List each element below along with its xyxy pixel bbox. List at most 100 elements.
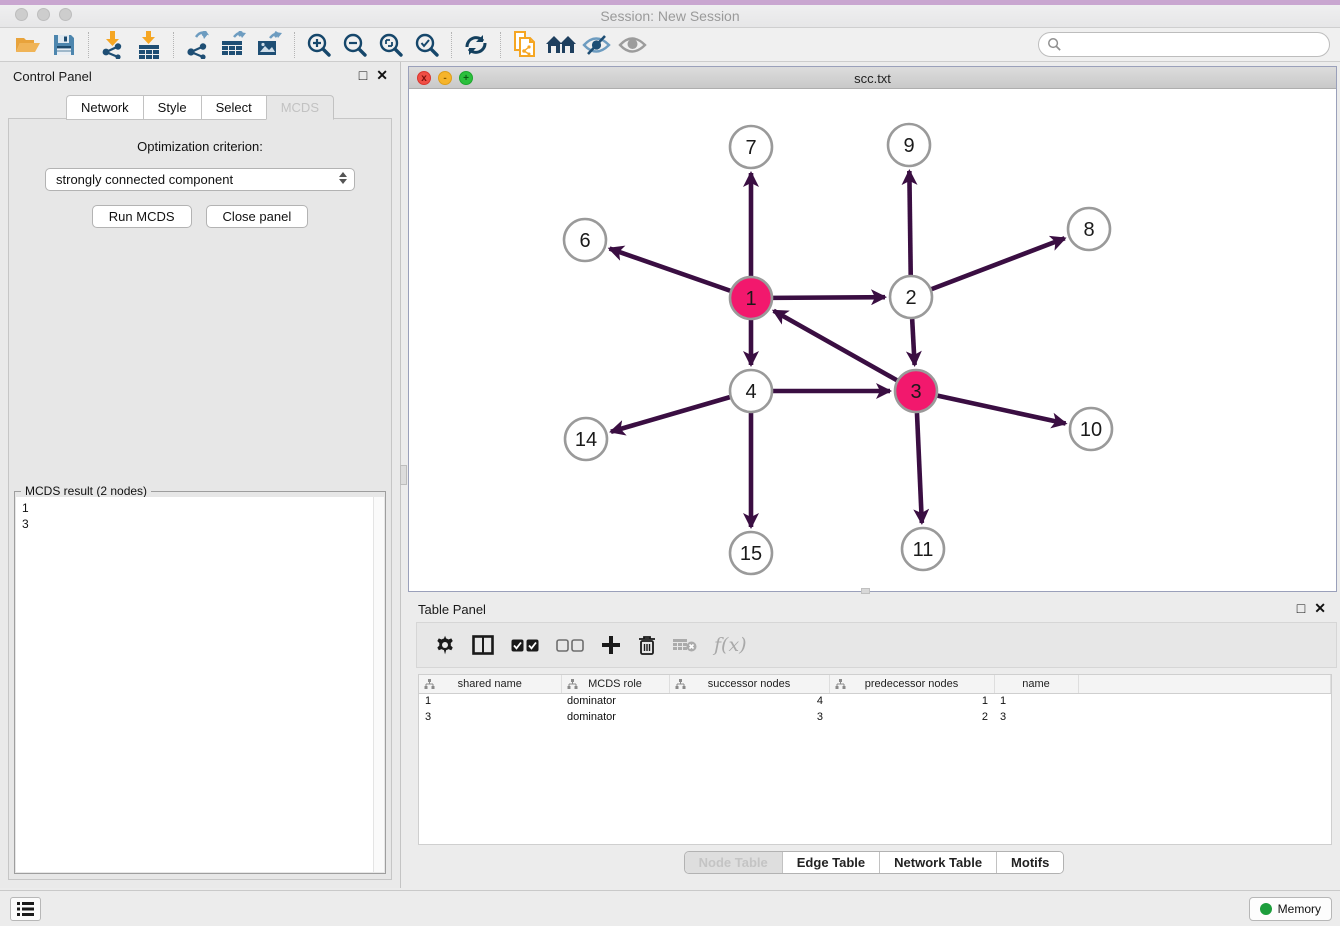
graph-edge-1-2[interactable] bbox=[773, 297, 885, 298]
graph-node-11[interactable] bbox=[902, 528, 944, 570]
tab-network-table[interactable]: Network Table bbox=[880, 852, 997, 873]
graph-edge-3-10[interactable] bbox=[937, 396, 1065, 424]
export-table-button[interactable] bbox=[216, 30, 252, 60]
tab-network[interactable]: Network bbox=[66, 95, 143, 120]
network-view-window: x - + scc.txt 7968124314101511 bbox=[408, 66, 1337, 592]
table-cell[interactable]: 3 bbox=[669, 709, 829, 725]
table-cell[interactable]: dominator bbox=[561, 693, 669, 709]
open-folder-icon bbox=[14, 33, 42, 57]
table-cell[interactable]: 1 bbox=[829, 693, 994, 709]
export-image-button[interactable] bbox=[252, 30, 288, 60]
col-successor-nodes[interactable]: successor nodes bbox=[669, 675, 829, 693]
table-panel-title: Table Panel bbox=[418, 602, 486, 617]
tab-style[interactable]: Style bbox=[143, 95, 201, 120]
control-panel-close-icon[interactable]: ✕ bbox=[376, 68, 388, 83]
column-browser-button[interactable] bbox=[472, 635, 494, 655]
network-window-titlebar[interactable]: x - + scc.txt bbox=[409, 67, 1336, 89]
graph-edge-3-1[interactable] bbox=[774, 311, 897, 380]
show-graphics-details-button[interactable] bbox=[615, 30, 651, 60]
node-table-wrap: shared name MCDS role successor nodes pr… bbox=[418, 674, 1332, 845]
plus-icon bbox=[601, 635, 621, 655]
graph-edge-2-3[interactable] bbox=[912, 319, 914, 365]
graph-node-6[interactable] bbox=[564, 219, 606, 261]
table-toolbar: f(x) bbox=[416, 622, 1337, 668]
graph-edge-1-6[interactable] bbox=[610, 249, 731, 291]
network-canvas[interactable]: 7968124314101511 bbox=[409, 89, 1336, 591]
table-panel-close-icon[interactable]: ✕ bbox=[1314, 601, 1326, 616]
graph-edge-3-11[interactable] bbox=[917, 413, 922, 523]
delete-columns-button[interactable] bbox=[638, 635, 656, 656]
run-mcds-button[interactable]: Run MCDS bbox=[92, 205, 192, 228]
graph-node-14[interactable] bbox=[565, 418, 607, 460]
optimization-criterion-dropdown[interactable]: strongly connected component bbox=[45, 168, 355, 191]
open-session-button[interactable] bbox=[10, 30, 46, 60]
delete-table-button[interactable] bbox=[673, 637, 697, 653]
export-network-button[interactable] bbox=[180, 30, 216, 60]
graph-edge-4-14[interactable] bbox=[611, 397, 730, 432]
panel-splitter-grip[interactable] bbox=[400, 465, 407, 485]
zoom-selected-button[interactable] bbox=[409, 30, 445, 60]
graph-node-15[interactable] bbox=[730, 532, 772, 574]
graph-node-2[interactable] bbox=[890, 276, 932, 318]
tab-motifs[interactable]: Motifs bbox=[997, 852, 1063, 873]
graph-node-4[interactable] bbox=[730, 370, 772, 412]
dropdown-value: strongly connected component bbox=[56, 172, 233, 187]
zoom-fit-button[interactable] bbox=[373, 30, 409, 60]
table-cell[interactable]: 4 bbox=[669, 693, 829, 709]
table-cell[interactable]: 3 bbox=[419, 709, 561, 725]
table-panel-float-icon[interactable]: □ bbox=[1297, 601, 1305, 616]
control-panel-tabs: Network Style Select MCDS bbox=[0, 95, 400, 120]
graph-node-7[interactable] bbox=[730, 126, 772, 168]
table-cell[interactable]: dominator bbox=[561, 709, 669, 725]
table-cell[interactable]: 2 bbox=[829, 709, 994, 725]
apply-layout-button[interactable] bbox=[458, 30, 494, 60]
column-namespace-icon bbox=[835, 679, 846, 689]
graph-node-1[interactable] bbox=[730, 277, 772, 319]
col-name[interactable]: name bbox=[994, 675, 1078, 693]
table-row[interactable]: 1dominator411 bbox=[419, 693, 1331, 709]
zoom-out-button[interactable] bbox=[337, 30, 373, 60]
canvas-scroll-grip[interactable] bbox=[861, 588, 870, 594]
save-session-button[interactable] bbox=[46, 30, 82, 60]
col-shared-name[interactable]: shared name bbox=[419, 675, 561, 693]
tab-select[interactable]: Select bbox=[201, 95, 266, 120]
import-table-button[interactable] bbox=[131, 30, 167, 60]
search-input[interactable] bbox=[1038, 32, 1330, 57]
zoom-in-button[interactable] bbox=[301, 30, 337, 60]
col-predecessor-nodes[interactable]: predecessor nodes bbox=[829, 675, 994, 693]
table-row[interactable]: 3dominator323 bbox=[419, 709, 1331, 725]
table-cell[interactable]: 1 bbox=[994, 693, 1078, 709]
graph-node-10[interactable] bbox=[1070, 408, 1112, 450]
table-header-row: shared name MCDS role successor nodes pr… bbox=[419, 675, 1331, 693]
close-panel-button[interactable]: Close panel bbox=[206, 205, 309, 228]
zoom-out-icon bbox=[342, 32, 368, 58]
table-options-button[interactable] bbox=[435, 635, 455, 655]
import-network-button[interactable] bbox=[95, 30, 131, 60]
memory-button[interactable]: Memory bbox=[1249, 897, 1332, 921]
new-network-from-selection-button[interactable] bbox=[507, 30, 543, 60]
graph-node-9[interactable] bbox=[888, 124, 930, 166]
graph-edge-2-9[interactable] bbox=[909, 171, 910, 275]
function-builder-button[interactable]: f(x) bbox=[714, 634, 747, 656]
mcds-result-list[interactable]: 13 bbox=[16, 497, 384, 872]
select-all-columns-button[interactable] bbox=[511, 639, 539, 652]
deselect-all-columns-button[interactable] bbox=[556, 639, 584, 652]
result-scrollbar[interactable] bbox=[373, 497, 384, 872]
control-panel-float-icon[interactable]: □ bbox=[359, 68, 367, 83]
create-column-button[interactable] bbox=[601, 635, 621, 655]
node-table[interactable]: shared name MCDS role successor nodes pr… bbox=[419, 675, 1331, 725]
graph-edge-2-8[interactable] bbox=[932, 238, 1065, 289]
graph-node-8[interactable] bbox=[1068, 208, 1110, 250]
hide-graphics-details-button[interactable] bbox=[579, 30, 615, 60]
tab-mcds[interactable]: MCDS bbox=[266, 95, 334, 120]
first-neighbors-button[interactable] bbox=[543, 30, 579, 60]
table-cell[interactable]: 1 bbox=[419, 693, 561, 709]
tab-node-table[interactable]: Node Table bbox=[685, 852, 783, 873]
network-window-title: scc.txt bbox=[409, 71, 1336, 86]
table-cell[interactable]: 3 bbox=[994, 709, 1078, 725]
network-graph[interactable]: 7968124314101511 bbox=[409, 89, 1336, 591]
tab-edge-table[interactable]: Edge Table bbox=[783, 852, 880, 873]
task-history-button[interactable] bbox=[10, 897, 41, 921]
col-mcds-role[interactable]: MCDS role bbox=[561, 675, 669, 693]
graph-node-3[interactable] bbox=[895, 370, 937, 412]
